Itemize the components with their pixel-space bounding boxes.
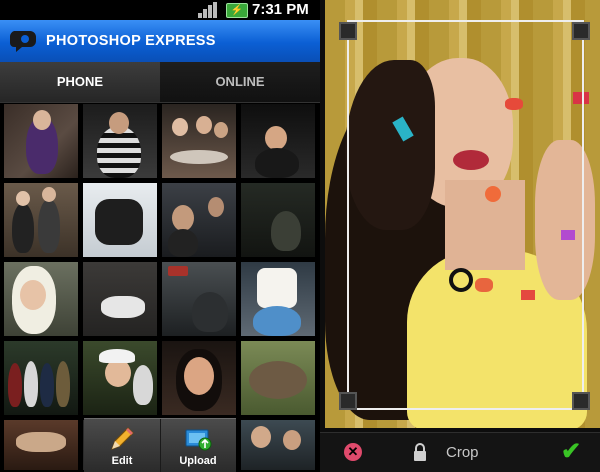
crop-toolbar: ✕ Crop ✔ <box>320 432 600 472</box>
crop-label: Crop <box>446 444 479 461</box>
status-bar: ⚡ 7:31 PM <box>0 0 320 20</box>
photo-thumbnail[interactable] <box>162 104 236 178</box>
photo-thumbnail[interactable] <box>241 104 315 178</box>
photo-thumbnail[interactable] <box>241 420 315 470</box>
photo-thumbnail[interactable] <box>4 341 78 415</box>
action-toolbar: Edit Upload <box>84 418 236 472</box>
crop-screen: ✕ Crop ✔ <box>320 0 600 472</box>
upload-icon <box>185 429 212 451</box>
gallery-screen: ⚡ 7:31 PM PHOTOSHOP EXPRESS PHONE ONLINE <box>0 0 320 472</box>
photo-thumbnail[interactable] <box>162 341 236 415</box>
photo-thumbnail[interactable] <box>4 183 78 257</box>
status-time: 7:31 PM <box>252 1 309 18</box>
photo-thumbnail[interactable] <box>83 183 157 257</box>
crop-frame[interactable] <box>347 20 584 410</box>
crop-handle-bottom-right[interactable] <box>572 392 590 410</box>
crop-handle-top-right[interactable] <box>572 22 590 40</box>
photo-thumbnail[interactable] <box>162 262 236 336</box>
checkmark-icon[interactable]: ✔ <box>558 439 584 465</box>
photo-thumbnail[interactable] <box>83 262 157 336</box>
photo-thumbnail[interactable] <box>241 183 315 257</box>
edit-button[interactable]: Edit <box>84 419 161 472</box>
crop-handle-bottom-left[interactable] <box>339 392 357 410</box>
tab-online[interactable]: ONLINE <box>160 62 320 102</box>
photo-thumbnail[interactable] <box>4 420 78 470</box>
photo-thumbnail[interactable] <box>162 183 236 257</box>
source-tabs: PHONE ONLINE <box>0 62 320 103</box>
photo-thumbnail[interactable] <box>4 262 78 336</box>
edit-label: Edit <box>111 455 133 467</box>
photo-thumbnail[interactable] <box>83 341 157 415</box>
photo-thumbnail[interactable] <box>241 341 315 415</box>
crop-photo <box>325 0 600 428</box>
signal-icon <box>198 2 220 18</box>
battery-icon: ⚡ <box>226 3 248 18</box>
app-title: PHOTOSHOP EXPRESS <box>46 33 216 49</box>
cancel-icon[interactable]: ✕ <box>344 443 362 461</box>
app-logo-icon <box>10 31 36 52</box>
lock-icon[interactable] <box>412 442 428 462</box>
photo-grid <box>0 104 320 472</box>
upload-label: Upload <box>179 455 217 467</box>
photo-thumbnail[interactable] <box>83 104 157 178</box>
app-bar: PHOTOSHOP EXPRESS <box>0 20 320 62</box>
photo-thumbnail[interactable] <box>241 262 315 336</box>
pencil-icon <box>111 427 134 450</box>
upload-button[interactable]: Upload <box>160 419 236 472</box>
crop-handle-top-left[interactable] <box>339 22 357 40</box>
tab-phone[interactable]: PHONE <box>0 62 161 102</box>
photo-thumbnail[interactable] <box>4 104 78 178</box>
